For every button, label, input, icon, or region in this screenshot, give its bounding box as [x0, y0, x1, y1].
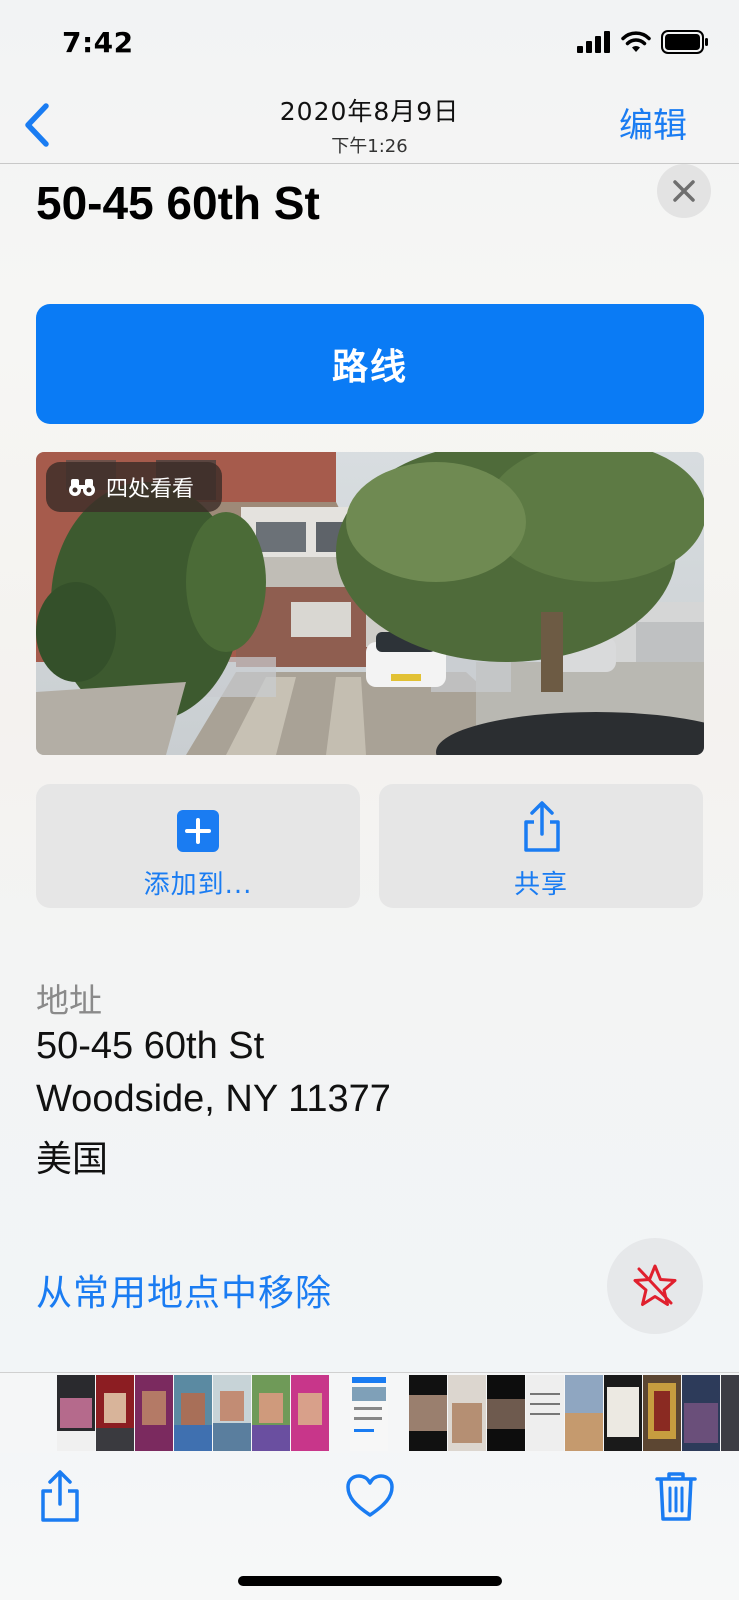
- close-icon: [673, 180, 695, 202]
- trash-icon: [655, 1472, 697, 1521]
- share-photo-button[interactable]: [30, 1466, 90, 1526]
- directions-button[interactable]: 路线: [36, 304, 704, 424]
- nav-bar: 2020年8月9日 下午1:26 编辑: [0, 88, 739, 164]
- lookaround-button[interactable]: 四处看看: [46, 462, 223, 512]
- place-title: 50-45 60th St: [36, 177, 320, 229]
- heart-icon: [346, 1474, 394, 1517]
- remove-favorite-button[interactable]: 从常用地点中移除: [36, 1264, 332, 1316]
- favorite-photo-button[interactable]: [340, 1466, 400, 1526]
- status-bar: 7:42: [0, 0, 739, 88]
- address-city[interactable]: Woodside, NY 11377: [36, 1078, 391, 1121]
- lookaround-preview[interactable]: 四处看看: [36, 452, 704, 755]
- binoculars-icon: [69, 479, 95, 496]
- close-button[interactable]: [657, 164, 711, 218]
- status-time: 7:42: [62, 26, 134, 59]
- address-street[interactable]: 50-45 60th St: [36, 1025, 264, 1068]
- cellular-signal-icon: [577, 31, 610, 53]
- photo-thumbnail-strip[interactable]: [0, 1373, 739, 1453]
- add-to-label: 添加到...: [143, 870, 253, 900]
- share-icon: [524, 801, 560, 852]
- home-indicator[interactable]: [238, 1576, 502, 1586]
- share-place-button[interactable]: 共享: [379, 784, 703, 908]
- share-place-label: 共享: [513, 870, 568, 900]
- plus-square-icon: [177, 810, 219, 852]
- favorite-star-button[interactable]: [607, 1238, 703, 1334]
- lookaround-label: 四处看看: [106, 477, 195, 502]
- wifi-icon: [621, 31, 651, 52]
- thumbnail-images: [57, 1375, 739, 1451]
- delete-photo-button[interactable]: [646, 1466, 706, 1526]
- address-label: 地址: [36, 981, 102, 1020]
- address-country[interactable]: 美国: [36, 1130, 108, 1182]
- add-to-button[interactable]: 添加到...: [36, 784, 360, 908]
- battery-icon: [661, 30, 708, 54]
- status-icons: [577, 30, 709, 54]
- star-slash-icon: [633, 1264, 677, 1306]
- edit-button[interactable]: 编辑: [619, 98, 687, 147]
- share-icon: [41, 1470, 79, 1522]
